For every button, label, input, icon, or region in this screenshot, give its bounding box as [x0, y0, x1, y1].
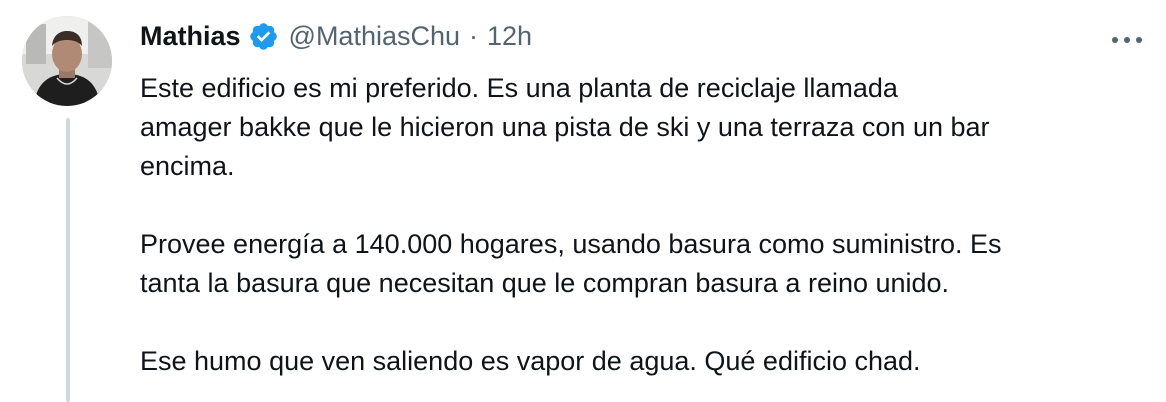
thread-connector-line [66, 118, 70, 402]
author-display-name[interactable]: Mathias [140, 21, 241, 52]
more-options-button[interactable] [1106, 26, 1148, 54]
tweet-text-line: Provee energía a 140.000 hogares, usando… [140, 229, 1002, 259]
tweet-text-line: amager bakke que le hicieron una pista d… [140, 112, 990, 142]
tweet-header: Mathias @MathiasChu · 12h [140, 18, 532, 54]
tweet-body: Este edificio es mi preferido. Es una pl… [140, 69, 1140, 381]
more-options-icon [1112, 37, 1142, 43]
tweet-timestamp[interactable]: 12h [487, 21, 532, 52]
verified-badge-icon [248, 21, 279, 52]
tweet-text-line: tanta la basura que necesitan que le com… [140, 268, 950, 298]
avatar-photo [22, 16, 112, 106]
avatar[interactable] [22, 16, 112, 106]
header-separator: · [469, 20, 479, 51]
author-handle[interactable]: @MathiasChu [289, 21, 460, 52]
tweet-text-line: Ese humo que ven saliendo es vapor de ag… [140, 346, 921, 376]
tweet-text-line: Este edificio es mi preferido. Es una pl… [140, 73, 898, 103]
tweet-text-line: encima. [140, 151, 235, 181]
